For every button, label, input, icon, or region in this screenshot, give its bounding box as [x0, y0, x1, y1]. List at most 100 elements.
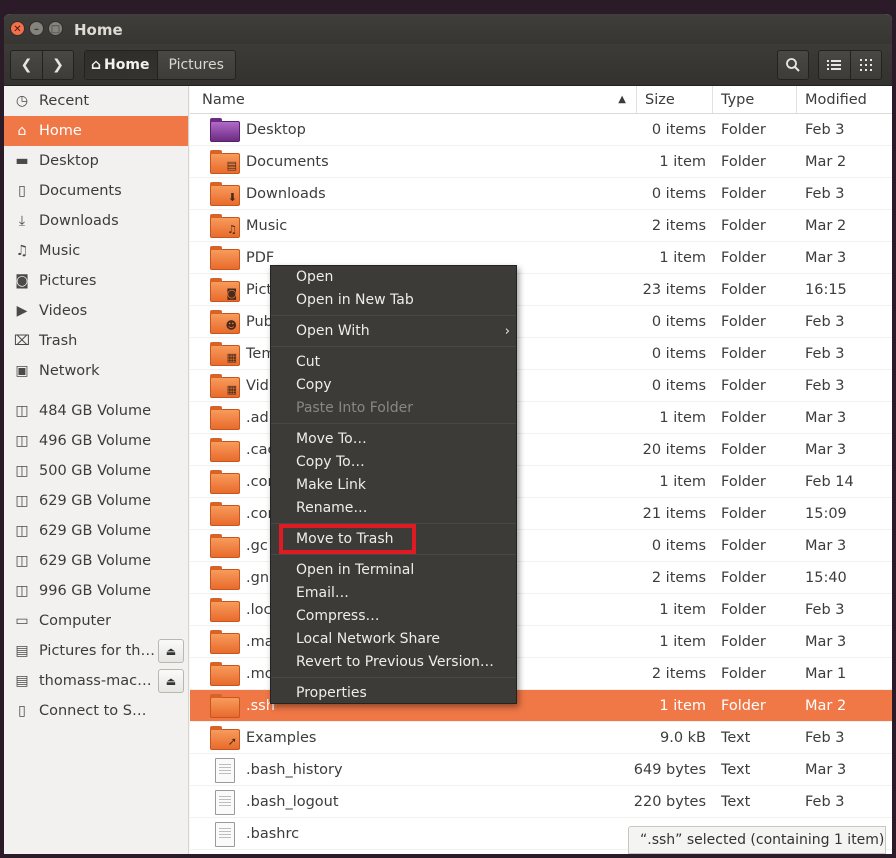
sidebar-item-volume[interactable]: ◫ 629 GB Volume	[4, 516, 188, 546]
menu-item-label: Revert to Previous Version…	[296, 654, 494, 670]
menu-item-local-network-share[interactable]: Local Network Share	[271, 628, 516, 651]
forward-button[interactable]: ❯	[41, 51, 73, 79]
table-row[interactable]: Desktop 0 items Folder Feb 3	[190, 114, 892, 146]
sidebar-item-volume[interactable]: ◫ 629 GB Volume	[4, 546, 188, 576]
file-size: 0 items	[651, 345, 706, 362]
file-modified: Feb 3	[805, 377, 845, 394]
sidebar-item-volume[interactable]: ▯ Connect to Server	[4, 696, 188, 726]
file-type: Folder	[721, 697, 766, 714]
file-type: Folder	[721, 121, 766, 138]
breadcrumb-pictures[interactable]: Pictures	[158, 57, 233, 73]
context-menu: Open Open in New Tab Open With › Cut Copy Past…	[270, 265, 517, 704]
column-header-name[interactable]: Name ▲	[190, 86, 637, 113]
folder-shape	[210, 437, 240, 462]
sidebar-item-volume[interactable]: ◫ 996 GB Volume	[4, 576, 188, 606]
back-button[interactable]: ❮	[11, 51, 42, 79]
text-file-icon	[210, 757, 240, 783]
menu-item-label: Open	[296, 269, 334, 285]
sidebar-item-home[interactable]: ⌂ Home	[4, 116, 188, 146]
maximize-window-button[interactable]: □	[48, 21, 63, 36]
file-name: Documents	[246, 153, 329, 170]
column-header-size[interactable]: Size	[637, 86, 713, 113]
menu-item-copy[interactable]: Copy	[271, 374, 516, 397]
menu-item-copy-to[interactable]: Copy To…	[271, 451, 516, 474]
file-modified: Mar 3	[805, 761, 847, 778]
menu-item-label: Email…	[296, 585, 349, 601]
sidebar-item-trash[interactable]: ⌧ Trash	[4, 326, 188, 356]
close-window-button[interactable]: ✕	[10, 21, 25, 36]
menu-item-make-link[interactable]: Make Link	[271, 474, 516, 497]
file-size: 0 items	[651, 185, 706, 202]
sidebar-item-label: 996 GB Volume	[39, 583, 152, 599]
table-row[interactable]: ➚ Examples 9.0 kB Text Feb 3	[190, 722, 892, 754]
file-type: Folder	[721, 537, 766, 554]
folder-icon: ⬇	[210, 181, 240, 206]
sidebar-item-recent[interactable]: ◷ Recent	[4, 86, 188, 116]
menu-item-compress[interactable]: Compress…	[271, 605, 516, 628]
file-modified: Mar 2	[805, 697, 847, 714]
menu-item-label: Open With	[296, 323, 370, 339]
sidebar-item-network[interactable]: ▣ Network	[4, 356, 188, 386]
list-view-button[interactable]	[819, 51, 850, 79]
file-size: 2 items	[651, 217, 706, 234]
menu-item-revert-to-previous-version[interactable]: Revert to Previous Version…	[271, 651, 516, 674]
menu-item-open[interactable]: Open	[271, 266, 516, 289]
minimize-window-button[interactable]: –	[29, 21, 44, 36]
sidebar-item-documents[interactable]: ▯ Documents	[4, 176, 188, 206]
folder-emblem-icon: ➚	[227, 734, 237, 748]
menu-item-open-in-terminal[interactable]: Open in Terminal	[271, 559, 516, 582]
sidebar-item-volume[interactable]: ▤ Pictures for th… ⏏	[4, 636, 188, 666]
sidebar-item-label: Music	[39, 243, 81, 259]
eject-icon: ⏏	[165, 674, 177, 688]
sidebar-item-volume[interactable]: ◫ 629 GB Volume	[4, 486, 188, 516]
sidebar-item-volume[interactable]: ▤ thomass-mac-… ⏏	[4, 666, 188, 696]
chevron-left-icon: ❮	[20, 57, 33, 73]
column-header-modified[interactable]: Modified	[797, 86, 892, 113]
folder-emblem-icon: ▦	[226, 350, 237, 364]
menu-item-open-with[interactable]: Open With ›	[271, 320, 516, 343]
menu-item-cut[interactable]: Cut	[271, 351, 516, 374]
search-button[interactable]	[777, 50, 809, 80]
eject-button[interactable]: ⏏	[158, 669, 184, 693]
table-row[interactable]: ⬇ Downloads 0 items Folder Feb 3	[190, 178, 892, 210]
eject-icon: ⏏	[165, 644, 177, 658]
sidebar-item-desktop[interactable]: ▬ Desktop	[4, 146, 188, 176]
drive-icon: ◫	[15, 583, 29, 599]
grid-view-button[interactable]	[849, 51, 881, 79]
sidebar-item-volume[interactable]: ◫ 500 GB Volume	[4, 456, 188, 486]
menu-separator	[271, 346, 516, 347]
column-headers: Name ▲ Size Type Modified	[190, 86, 892, 114]
sidebar-item-volume[interactable]: ◫ 484 GB Volume	[4, 396, 188, 426]
sidebar-item-videos[interactable]: ▶ Videos	[4, 296, 188, 326]
folder-shape: ♫	[210, 213, 240, 238]
menu-item-move-to-trash[interactable]: Move to Trash	[271, 528, 516, 551]
sidebar-item-downloads[interactable]: ⤓ Downloads	[4, 206, 188, 236]
eject-button[interactable]: ⏏	[158, 639, 184, 663]
menu-item-open-in-new-tab[interactable]: Open in New Tab	[271, 289, 516, 312]
file-modified: Mar 3	[805, 537, 847, 554]
column-header-type[interactable]: Type	[713, 86, 797, 113]
table-row[interactable]: ♫ Music 2 items Folder Mar 2	[190, 210, 892, 242]
table-row[interactable]: .bash_logout 220 bytes Text Feb 3	[190, 786, 892, 818]
menu-item-properties[interactable]: Properties	[271, 682, 516, 705]
document-icon: ▯	[18, 183, 26, 199]
folder-shape	[210, 533, 240, 558]
menu-item-email[interactable]: Email…	[271, 582, 516, 605]
menu-item-move-to[interactable]: Move To…	[271, 428, 516, 451]
folder-shape	[210, 629, 240, 654]
breadcrumb-home[interactable]: ⌂ Home	[85, 51, 159, 79]
folder-icon	[210, 533, 240, 558]
menu-item-rename[interactable]: Rename…	[271, 497, 516, 520]
text-file-icon	[210, 821, 240, 847]
camera-icon: ◙	[15, 273, 29, 289]
table-row[interactable]: .bash_history 649 bytes Text Mar 3	[190, 754, 892, 786]
sidebar-item-volume[interactable]: ◫ 496 GB Volume	[4, 426, 188, 456]
menu-item-label: Paste Into Folder	[296, 400, 414, 416]
sidebar-item-music[interactable]: ♫ Music	[4, 236, 188, 266]
music-icon: ♫	[15, 243, 29, 259]
sidebar-item-volume[interactable]: ▭ Computer	[4, 606, 188, 636]
sidebar-item-pictures[interactable]: ◙ Pictures	[4, 266, 188, 296]
table-row[interactable]: ▤ Documents 1 item Folder Mar 2	[190, 146, 892, 178]
breadcrumb-home-label: Home	[104, 57, 150, 73]
document-shape	[215, 757, 235, 783]
